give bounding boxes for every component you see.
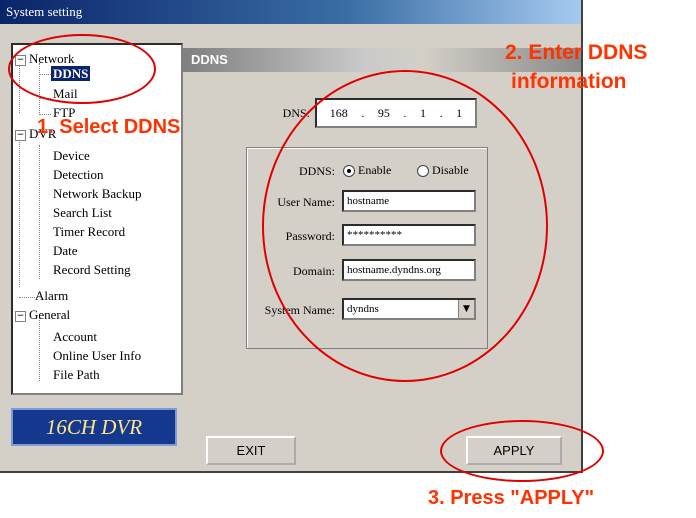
- tree-item-search-list[interactable]: Search List: [53, 205, 112, 221]
- step1-annotation: 1. Select DDNS: [37, 116, 181, 138]
- tree-item-device[interactable]: Device: [53, 148, 90, 164]
- step2-annotation-line2: information: [511, 70, 627, 93]
- select-ddns-circle: [8, 34, 156, 104]
- tree-connector: [39, 145, 40, 279]
- dvr-logo: 16CH DVR: [11, 408, 177, 446]
- step3-annotation: 3. Press "APPLY": [428, 487, 595, 509]
- tree-connector: [39, 315, 40, 381]
- window-title: System setting: [0, 0, 581, 24]
- tree-item-timer-record[interactable]: Timer Record: [53, 224, 125, 240]
- tree-connector: [39, 114, 51, 115]
- tree-item-file-path[interactable]: File Path: [53, 367, 100, 383]
- tree-item-alarm[interactable]: Alarm: [35, 288, 68, 304]
- tree-item-network-backup[interactable]: Network Backup: [53, 186, 141, 202]
- apply-circle: [440, 420, 604, 482]
- tree-item-date[interactable]: Date: [53, 243, 78, 259]
- tree-item-general[interactable]: − General: [15, 307, 70, 323]
- tree-item-detection[interactable]: Detection: [53, 167, 104, 183]
- collapse-icon[interactable]: −: [15, 129, 26, 141]
- collapse-icon[interactable]: −: [15, 310, 26, 322]
- ddns-info-circle: [262, 70, 548, 382]
- tree-item-online-user-info[interactable]: Online User Info: [53, 348, 141, 364]
- tree-item-record-setting[interactable]: Record Setting: [53, 262, 131, 278]
- exit-button[interactable]: EXIT: [206, 436, 296, 465]
- tree-connector: [19, 137, 20, 287]
- tree-item-account[interactable]: Account: [53, 329, 97, 345]
- step2-annotation-line1: 2. Enter DDNS: [505, 41, 648, 64]
